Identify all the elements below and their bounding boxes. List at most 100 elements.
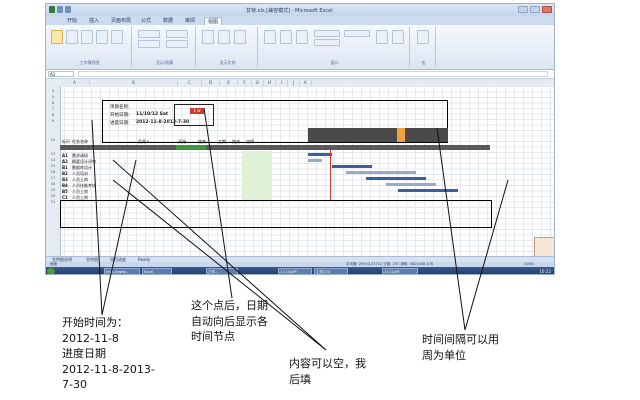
column-header[interactable]: K (300, 79, 312, 86)
tab-data[interactable]: 数据 (160, 17, 176, 25)
switch-windows-button[interactable] (392, 30, 404, 44)
taskbar-item[interactable]: http://www... (104, 268, 140, 274)
group-label: 工作簿视图 (79, 60, 100, 65)
tab-insert[interactable]: 插入 (86, 17, 102, 25)
excel-app-icon (49, 6, 55, 13)
row-id: B1 (62, 165, 68, 170)
row-header[interactable]: 10 (46, 138, 60, 142)
new-window-button[interactable] (264, 30, 276, 44)
custom-views-button[interactable] (96, 30, 108, 44)
group-workbook-views: 工作簿视图 (48, 27, 132, 67)
row-header[interactable]: 20 (46, 194, 60, 198)
ruler-checkbox[interactable] (138, 30, 160, 38)
freeze-panes-button[interactable] (296, 30, 308, 44)
start-date-value[interactable]: 11/10/12 Sat (136, 112, 168, 117)
taskbar-item[interactable]: 工作... (206, 268, 238, 274)
callout-start-time: 开始时间为： 2012-11-8 进度日期 2012-11-8-2013- 7-… (62, 316, 155, 391)
gantt-bar[interactable] (308, 159, 322, 162)
column-header[interactable]: C (178, 79, 202, 86)
taskbar-item[interactable]: 11.11API (382, 268, 418, 274)
taskbar-item[interactable]: Excel (142, 268, 172, 274)
arrange-all-button[interactable] (280, 30, 292, 44)
taskbar-item[interactable]: 11.11IAPI (278, 268, 312, 274)
save-workspace-button[interactable] (376, 30, 388, 44)
column-header[interactable]: H (264, 79, 276, 86)
taskbar-item[interactable]: 工作2(3) (314, 268, 348, 274)
column-header[interactable]: B (90, 79, 178, 86)
gantt-bar[interactable] (398, 189, 458, 192)
excel-screenshot: 甘特.xls [兼容模式] - Microsoft Excel 开始 插入 页面… (45, 3, 555, 275)
time-unit-cell[interactable]: 1 w (190, 108, 204, 114)
row-header[interactable]: 14 (46, 158, 60, 162)
headings-checkbox[interactable] (166, 40, 188, 48)
tab-home[interactable]: 开始 (64, 17, 80, 25)
row-header[interactable]: 17 (46, 176, 60, 180)
tab-view[interactable]: 视图 (204, 17, 223, 25)
row-header[interactable]: 21 (46, 200, 60, 204)
column-header[interactable]: F (238, 79, 252, 86)
group-label: 宏 (421, 60, 426, 65)
gantt-bar[interactable] (308, 153, 332, 156)
taskbar-clock: 16:22 (539, 269, 551, 274)
save-icon[interactable] (57, 6, 63, 13)
row-header[interactable]: 9 (46, 119, 60, 123)
row-header[interactable]: 16 (46, 170, 60, 174)
row-header[interactable]: 8 (46, 113, 60, 117)
progress-line (330, 150, 331, 200)
tab-page-layout[interactable]: 页面布局 (108, 17, 134, 25)
window-title: 甘特.xls [兼容模式] - Microsoft Excel (246, 8, 333, 14)
zoom-button[interactable] (202, 30, 214, 44)
full-screen-button[interactable] (111, 30, 123, 44)
percent-column (242, 151, 272, 201)
start-button[interactable] (47, 268, 55, 274)
maximize-button[interactable] (530, 6, 540, 13)
gantt-bar[interactable] (346, 171, 416, 174)
undo-icon[interactable] (65, 6, 71, 13)
zoom-to-selection-button[interactable] (234, 30, 246, 44)
row-header[interactable]: 4 (46, 89, 60, 93)
summary-dates (176, 145, 206, 150)
group-label: 显示/隐藏 (155, 60, 174, 65)
row-header[interactable]: 19 (46, 188, 60, 192)
row-header[interactable]: 18 (46, 182, 60, 186)
formula-bar-checkbox[interactable] (166, 30, 188, 38)
column-header[interactable]: E (220, 79, 238, 86)
column-header[interactable]: I (276, 79, 288, 86)
split-button[interactable] (314, 30, 340, 37)
row-header[interactable]: 5 (46, 95, 60, 99)
row-header[interactable]: 6 (46, 101, 60, 105)
gantt-bar[interactable] (366, 177, 426, 180)
column-header[interactable]: A (60, 79, 90, 86)
callout-content-blank: 内容可以空，我 后填 (289, 357, 366, 386)
zoom-level[interactable]: 100% (524, 262, 534, 266)
gridlines-checkbox[interactable] (138, 40, 160, 48)
minimize-button[interactable] (518, 6, 528, 13)
row-header[interactable]: 15 (46, 164, 60, 168)
gantt-bar[interactable] (386, 183, 436, 186)
tab-review[interactable]: 审阅 (182, 17, 198, 25)
formula-bar: A1 (46, 70, 554, 79)
row-id: A2 (62, 159, 68, 164)
stamp-badge (534, 237, 554, 257)
normal-view-button[interactable] (51, 30, 63, 44)
hide-button[interactable] (314, 39, 340, 46)
macros-button[interactable] (417, 30, 429, 44)
column-header[interactable]: J (288, 79, 300, 86)
tab-formulas[interactable]: 公式 (138, 17, 154, 25)
close-button[interactable] (542, 6, 552, 13)
column-header[interactable]: G (252, 79, 264, 86)
ribbon: 工作簿视图 显示/隐藏 显示比例 窗口 宏 (46, 25, 554, 70)
gantt-bar[interactable] (332, 165, 372, 168)
progress-date-label: 进度日期: (110, 121, 130, 126)
page-break-preview-button[interactable] (81, 30, 93, 44)
row-header[interactable]: 13 (46, 152, 60, 156)
side-by-side-button[interactable] (344, 30, 370, 37)
column-header[interactable]: D (202, 79, 220, 86)
row-header[interactable]: 7 (46, 107, 60, 111)
name-box[interactable]: A1 (48, 71, 74, 77)
formula-input[interactable] (78, 71, 548, 77)
group-zoom: 显示比例 (198, 27, 258, 67)
page-layout-view-button[interactable] (66, 30, 78, 44)
zoom-100-button[interactable] (218, 30, 230, 44)
ribbon-tabs: 开始 插入 页面布局 公式 数据 审阅 视图 (46, 16, 554, 25)
